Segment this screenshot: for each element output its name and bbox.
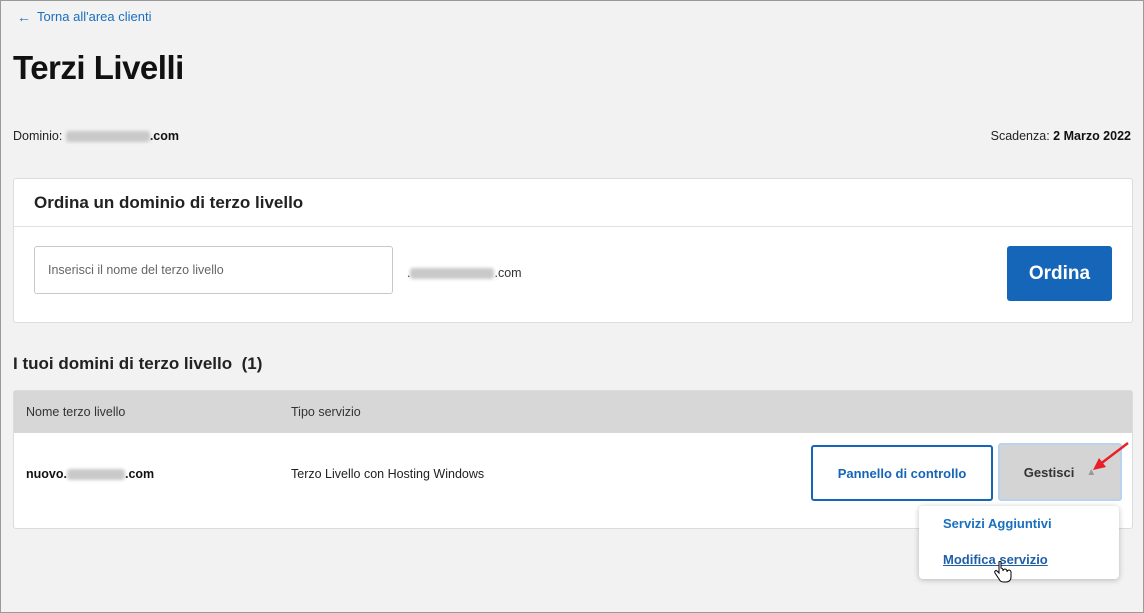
redacted-domain [410,268,495,280]
manage-dropdown-menu: Servizi Aggiuntivi Modifica servizio [919,506,1119,579]
page-frame: ← Torna all'area clienti Terzi Livelli D… [0,0,1144,613]
domain-info: Dominio: .com [13,129,179,143]
back-to-client-area-link[interactable]: ← Torna all'area clienti [17,9,152,24]
redacted-domain [65,131,150,143]
table-header: Nome terzo livello Tipo servizio [14,391,1132,433]
subdomain-tld: .com [124,467,155,481]
column-header-service: Tipo servizio [291,405,361,419]
expiry-date: 2 Marzo 2022 [1053,129,1131,143]
subdomain-name: nuovo. .com [26,467,154,481]
red-annotation-arrow-icon [1093,442,1129,470]
column-header-name: Nome terzo livello [26,405,126,419]
section-title-text: I tuoi domini di terzo livello [13,354,233,373]
subdomains-section-title: I tuoi domini di terzo livello (1) [13,354,262,374]
order-domain-tld: .com [494,266,522,280]
control-panel-button[interactable]: Pannello di controllo [811,445,993,501]
subdomain-name-input[interactable] [34,246,393,294]
domain-suffix: .com [149,129,179,143]
order-subdomain-card: Ordina un dominio di terzo livello ..com… [13,178,1133,323]
expiry-info: Scadenza: 2 Marzo 2022 [991,129,1131,143]
domain-label: Dominio: [13,129,63,143]
back-link-label: Torna all'area clienti [37,9,152,24]
section-count: (1) [241,354,263,373]
menu-item-additional-services[interactable]: Servizi Aggiuntivi [943,516,1052,531]
manage-button-label: Gestisci [1023,464,1075,480]
order-card-title: Ordina un dominio di terzo livello [14,179,1132,227]
hand-cursor-icon [994,561,1012,583]
order-button[interactable]: Ordina [1007,246,1112,301]
arrow-left-icon: ← [17,8,31,25]
order-domain-suffix: . .com [407,266,522,280]
service-type: Terzo Livello con Hosting Windows [291,467,485,481]
page-title: Terzi Livelli [13,49,184,86]
expiry-label: Scadenza: [990,129,1050,143]
redacted-domain [66,469,125,481]
subdomain-prefix: nuovo. [26,467,67,481]
